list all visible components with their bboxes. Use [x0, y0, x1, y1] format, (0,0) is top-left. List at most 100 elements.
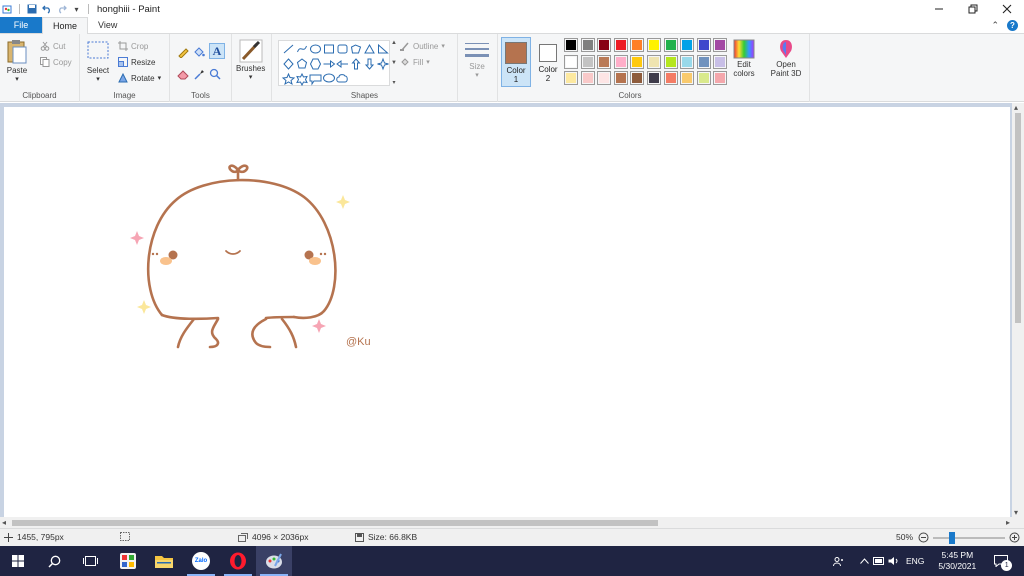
- palette-swatch[interactable]: [580, 71, 595, 85]
- palette-swatch[interactable]: [663, 71, 678, 85]
- palette-swatch[interactable]: [597, 38, 612, 52]
- taskbar-app-store[interactable]: [110, 546, 146, 576]
- start-button[interactable]: [0, 546, 36, 576]
- palette-swatch[interactable]: [630, 71, 645, 85]
- redo-icon[interactable]: [56, 4, 67, 15]
- close-button[interactable]: [990, 0, 1024, 18]
- taskbar-file-explorer[interactable]: [146, 546, 182, 576]
- collapse-ribbon-icon[interactable]: ⌃: [991, 20, 999, 31]
- drawing-canvas[interactable]: @Ku: [4, 107, 1010, 517]
- task-view-button[interactable]: [72, 546, 108, 576]
- palette-swatch[interactable]: [647, 38, 661, 52]
- shapes-scroll-down-icon[interactable]: ▼: [391, 60, 397, 66]
- zoom-slider-track[interactable]: [933, 537, 1005, 539]
- paste-button[interactable]: Paste ▾: [6, 38, 28, 83]
- paint-app-icon[interactable]: [2, 4, 13, 15]
- crop-button[interactable]: Crop: [118, 41, 148, 51]
- shape-option[interactable]: [297, 45, 307, 53]
- text-tool-icon[interactable]: A: [209, 43, 225, 59]
- shape-option[interactable]: [309, 58, 322, 70]
- battery-icon[interactable]: [872, 557, 886, 565]
- open-paint3d-button[interactable]: Open Paint 3D: [768, 38, 804, 78]
- tab-home[interactable]: Home: [42, 17, 89, 34]
- shapes-gallery[interactable]: [278, 40, 390, 87]
- shape-option[interactable]: [324, 44, 334, 54]
- paste-dropdown-icon[interactable]: ▾: [15, 75, 19, 83]
- taskbar-paint[interactable]: [256, 546, 292, 576]
- color1-button[interactable]: Color 1: [501, 37, 531, 87]
- shape-option[interactable]: [336, 74, 348, 83]
- shape-option[interactable]: [337, 44, 348, 54]
- shape-option[interactable]: [364, 58, 375, 70]
- color2-button[interactable]: Color 2: [535, 37, 561, 87]
- palette-swatch[interactable]: [597, 71, 612, 85]
- shape-option[interactable]: [323, 73, 335, 83]
- fill-button[interactable]: Fill ▾: [400, 57, 430, 67]
- people-icon[interactable]: [830, 556, 846, 567]
- scroll-down-icon[interactable]: ▾: [1014, 508, 1018, 517]
- volume-icon[interactable]: [886, 556, 900, 566]
- eraser-icon[interactable]: [177, 68, 189, 80]
- rotate-button[interactable]: Rotate ▾: [118, 73, 161, 83]
- shape-option[interactable]: [350, 44, 362, 54]
- vertical-scroll-thumb[interactable]: [1015, 113, 1021, 323]
- palette-swatch[interactable]: [696, 38, 711, 52]
- magnifier-icon[interactable]: [209, 68, 221, 80]
- taskbar-zalo[interactable]: Zalo: [183, 546, 219, 576]
- shapes-scroll-up-icon[interactable]: ▲: [391, 40, 397, 46]
- palette-swatch[interactable]: [580, 38, 595, 52]
- resize-button[interactable]: Resize: [118, 57, 155, 67]
- save-icon[interactable]: [26, 4, 37, 15]
- copy-button[interactable]: Copy: [40, 57, 72, 67]
- scroll-up-icon[interactable]: ▴: [1014, 103, 1018, 112]
- palette-swatch[interactable]: [613, 38, 628, 52]
- scroll-right-icon[interactable]: ▸: [1006, 518, 1010, 527]
- shapes-scroll[interactable]: ▲ ▼ ▾: [390, 40, 398, 86]
- taskbar-opera[interactable]: [220, 546, 256, 576]
- undo-icon[interactable]: [41, 4, 52, 15]
- shape-option[interactable]: [281, 72, 296, 86]
- shapes-more-icon[interactable]: ▾: [392, 79, 395, 86]
- palette-swatch[interactable]: [647, 54, 661, 69]
- palette-swatch[interactable]: [696, 71, 711, 85]
- palette-swatch[interactable]: [564, 71, 578, 85]
- fill-bucket-icon[interactable]: [193, 46, 205, 58]
- pencil-icon[interactable]: [177, 46, 189, 58]
- shape-option[interactable]: [364, 43, 375, 54]
- palette-swatch[interactable]: [713, 38, 728, 52]
- palette-swatch[interactable]: [613, 71, 628, 85]
- clock[interactable]: 5:45 PM 5/30/2021: [938, 550, 976, 572]
- palette-swatch[interactable]: [647, 71, 661, 85]
- shape-option[interactable]: [296, 72, 308, 87]
- palette-swatch[interactable]: [696, 54, 711, 69]
- palette-swatch[interactable]: [613, 54, 628, 69]
- palette-swatch[interactable]: [564, 54, 578, 69]
- palette-swatch[interactable]: [663, 54, 678, 69]
- size-button[interactable]: Size ▾: [464, 38, 490, 79]
- palette-swatch[interactable]: [680, 71, 695, 85]
- select-dropdown-icon[interactable]: ▾: [96, 75, 100, 83]
- shape-option[interactable]: [377, 57, 389, 71]
- select-button[interactable]: Select ▾: [86, 38, 110, 83]
- language-indicator[interactable]: ENG: [906, 556, 924, 566]
- palette-swatch[interactable]: [630, 38, 645, 52]
- shape-option[interactable]: [309, 74, 322, 86]
- shape-option[interactable]: [310, 44, 321, 54]
- palette-swatch[interactable]: [663, 38, 678, 52]
- palette-swatch[interactable]: [713, 71, 728, 85]
- palette-swatch[interactable]: [564, 38, 578, 52]
- search-button[interactable]: [36, 546, 72, 576]
- shape-option[interactable]: [323, 60, 336, 68]
- zoom-in-icon[interactable]: [1009, 532, 1020, 543]
- color-picker-icon[interactable]: [193, 68, 205, 80]
- minimize-button[interactable]: [922, 0, 956, 18]
- brushes-button[interactable]: Brushes ▾: [236, 38, 265, 81]
- shape-option[interactable]: [283, 44, 294, 54]
- palette-swatch[interactable]: [680, 54, 695, 69]
- outline-button[interactable]: Outline ▾: [400, 41, 445, 51]
- customize-qat-icon[interactable]: ▾: [71, 4, 82, 15]
- restore-button[interactable]: [956, 0, 990, 18]
- tab-file[interactable]: File: [0, 17, 42, 33]
- shape-option[interactable]: [283, 58, 294, 70]
- zoom-slider-thumb[interactable]: [949, 532, 955, 544]
